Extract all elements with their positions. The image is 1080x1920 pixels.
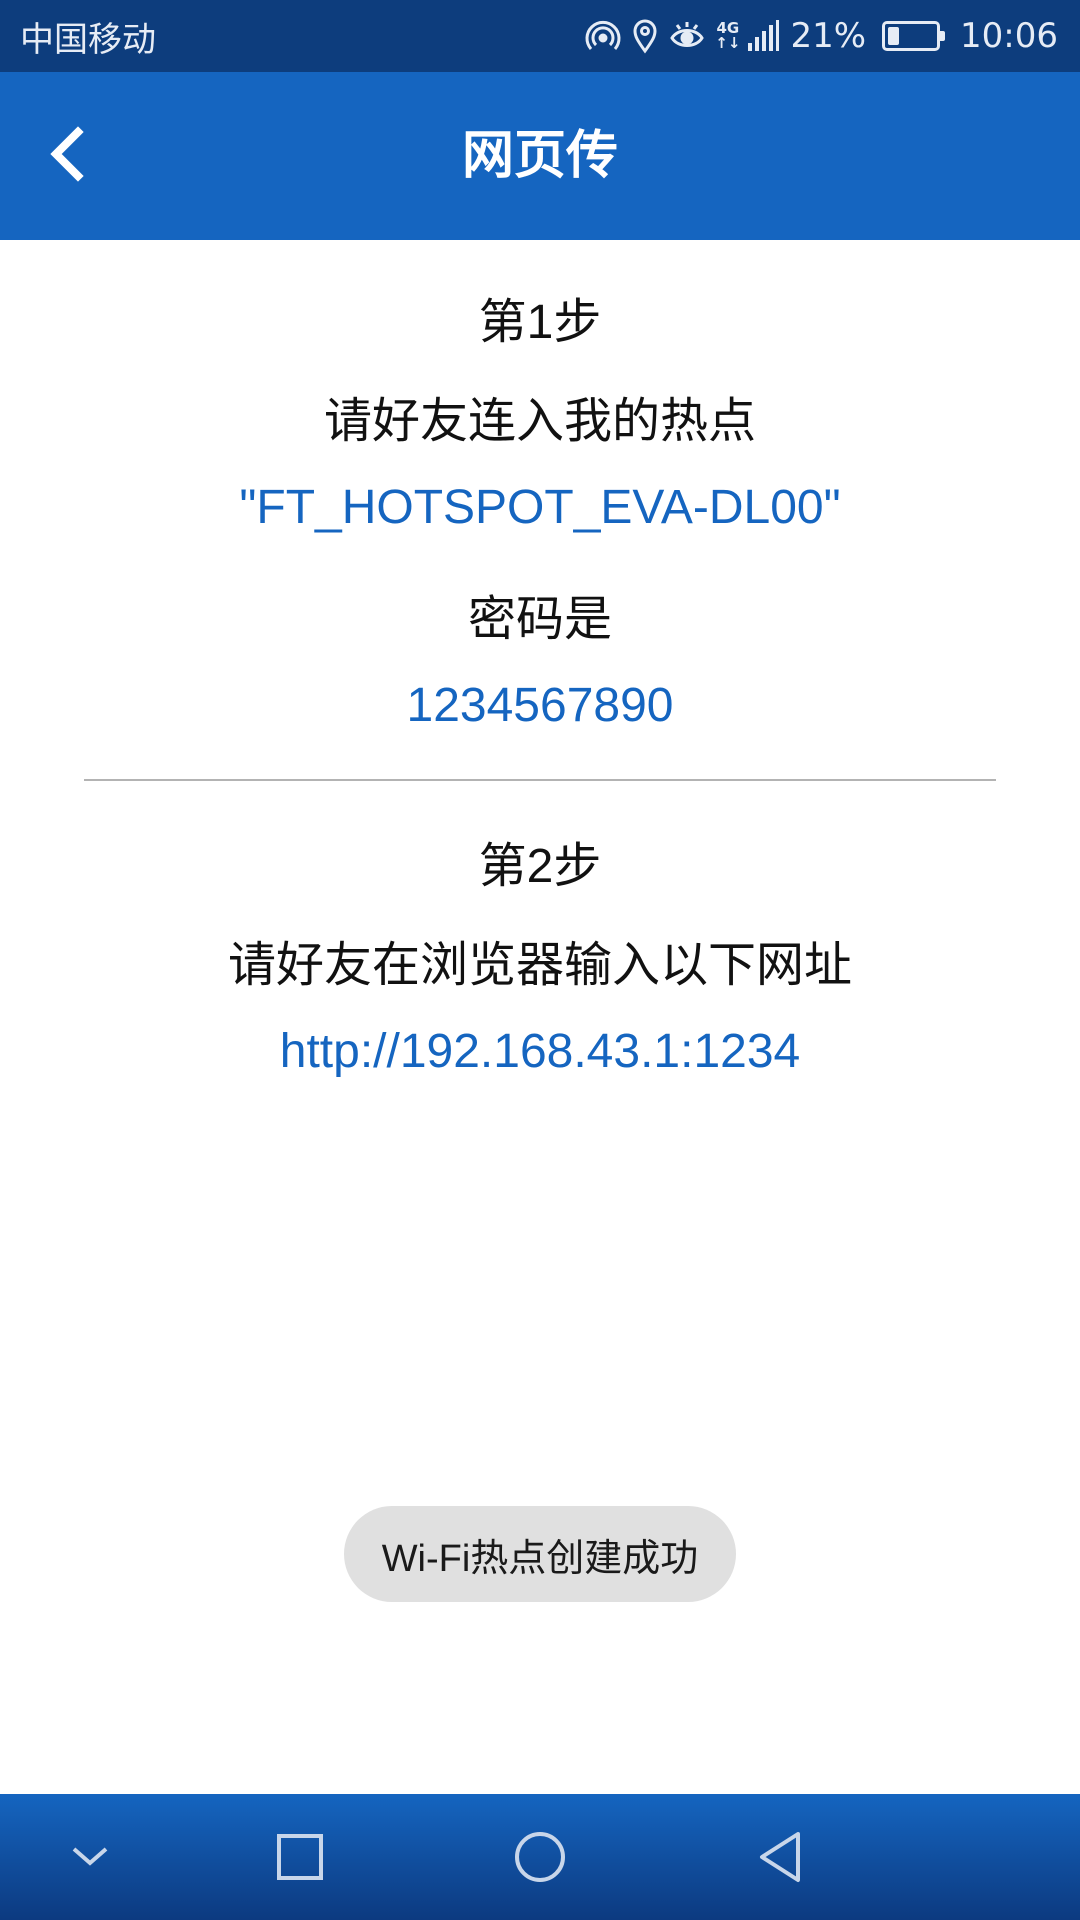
status-icons: 4G ↑↓ 21% 10:06 [585,16,1058,56]
battery-percent: 21% [790,16,867,56]
status-bar: 中国移动 4G ↑↓ 21% 10:06 [0,0,1080,72]
toast-message: Wi-Fi热点创建成功 [344,1506,736,1602]
data-activity-label: ↑↓ [715,34,741,52]
square-icon [277,1834,323,1880]
server-url: http://192.168.43.1:1234 [279,1025,801,1078]
signal-icon [748,20,780,51]
chevron-down-icon [72,1847,108,1866]
carrier-name: 中国移动 [20,19,156,60]
step2-heading: 第2步 [478,840,602,893]
hotspot-name: "FT_HOTSPOT_EVA-DL00" [239,481,841,534]
password-value: 1234567890 [406,679,674,732]
step1-heading: 第1步 [478,296,602,349]
recents-button[interactable] [264,1821,336,1893]
circle-icon [515,1832,565,1882]
clock: 10:06 [960,16,1058,56]
location-icon [633,19,657,54]
home-button[interactable] [504,1821,576,1893]
page-title: 网页传 [461,126,618,186]
battery-level [888,27,899,45]
password-label: 密码是 [467,593,612,646]
triangle-back-icon [760,1832,800,1882]
system-nav-bar [0,1794,1080,1920]
eye-comfort-icon [670,22,705,47]
network-type-icon: 4G ↑↓ [715,21,740,51]
app-header: 网页传 [0,72,1080,240]
step2-instruction: 请好友在浏览器输入以下网址 [227,939,852,992]
hide-nav-button[interactable] [54,1821,126,1893]
back-nav-button[interactable] [744,1821,816,1893]
hotspot-icon [585,20,621,50]
battery-icon [882,21,946,51]
step-divider [84,779,996,781]
step1-instruction: 请好友连入我的热点 [323,395,756,448]
